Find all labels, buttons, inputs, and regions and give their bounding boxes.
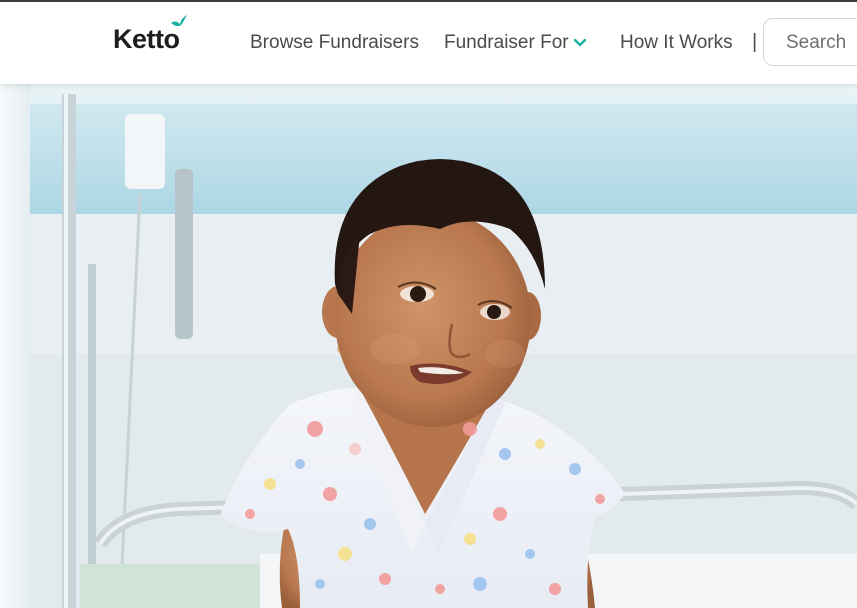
search-box[interactable] bbox=[763, 18, 857, 66]
hero-photo bbox=[0, 84, 857, 608]
nav-fundraiser-for-label: Fundraiser For bbox=[444, 32, 569, 53]
hero-image bbox=[0, 84, 857, 608]
chevron-down-icon bbox=[573, 38, 586, 47]
nav-browse-fundraisers[interactable]: Browse Fundraisers bbox=[250, 32, 419, 54]
nav-divider: | bbox=[752, 31, 758, 53]
bird-icon bbox=[171, 15, 187, 27]
search-input[interactable] bbox=[784, 31, 857, 55]
nav-how-it-works-label: How It Works bbox=[620, 32, 733, 53]
site-header: Ketto Browse Fundraisers Fundraiser For … bbox=[0, 2, 857, 84]
ketto-logo[interactable]: Ketto bbox=[113, 14, 193, 58]
page: Ketto Browse Fundraisers Fundraiser For … bbox=[0, 0, 857, 608]
nav-how-it-works[interactable]: How It Works bbox=[620, 32, 733, 54]
nav-fundraiser-for[interactable]: Fundraiser For bbox=[444, 32, 587, 54]
nav-browse-label: Browse Fundraisers bbox=[250, 32, 419, 53]
